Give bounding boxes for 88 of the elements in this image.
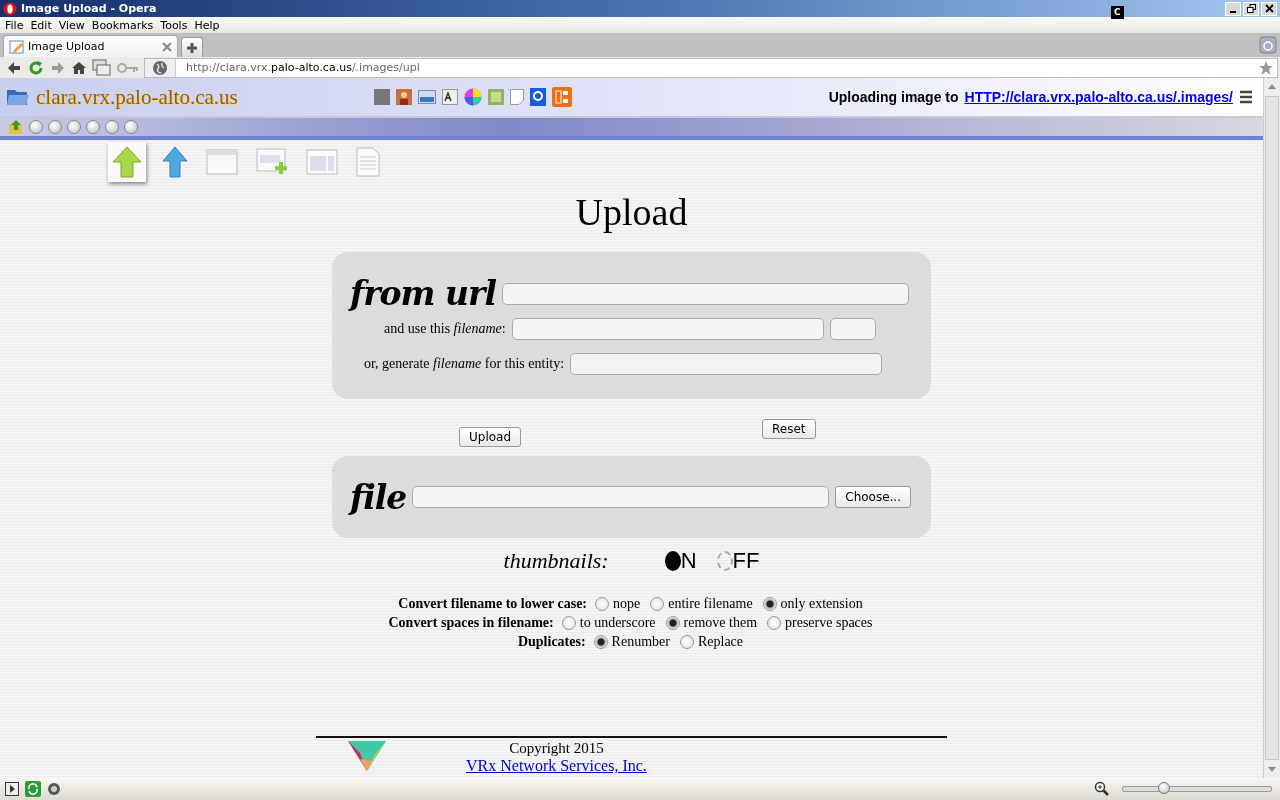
menu-item[interactable]: View — [58, 18, 85, 32]
badge: C — [1111, 6, 1124, 19]
scroll-up-icon[interactable] — [1267, 82, 1277, 90]
radio-button[interactable] — [561, 615, 576, 630]
browser-tab[interactable]: Image Upload — [3, 35, 178, 57]
choose-button[interactable]: Choose... — [835, 486, 911, 508]
upload-tab[interactable] — [160, 144, 190, 180]
field-label: and use this filename: — [384, 321, 506, 337]
url-field[interactable] — [501, 282, 909, 305]
field-label: or, generate filename for this entity: — [364, 356, 565, 372]
key-icon[interactable] — [117, 61, 139, 74]
circle-button[interactable] — [86, 120, 100, 134]
globe-icon[interactable] — [145, 58, 176, 77]
option-group-label: Duplicates: — [517, 633, 586, 650]
upload-tab[interactable] — [108, 142, 146, 182]
home-icon[interactable] — [71, 59, 87, 76]
circle-button[interactable] — [124, 120, 138, 134]
menu-item[interactable]: Help — [194, 18, 220, 32]
toggle-dot-icon[interactable] — [716, 551, 733, 571]
filename-field[interactable] — [511, 318, 824, 340]
circle-button[interactable] — [48, 120, 62, 134]
section-title: from url — [350, 274, 496, 313]
status-label: Uploading image to — [828, 89, 959, 105]
sync-icon[interactable] — [25, 781, 41, 797]
page-heading: Upload — [575, 190, 688, 234]
radio-button[interactable] — [762, 596, 777, 611]
plus-icon[interactable] — [186, 41, 198, 54]
toggle-option[interactable]: N — [664, 548, 697, 574]
minimize-button[interactable] — [1225, 1, 1241, 16]
image-icon[interactable] — [417, 90, 436, 104]
option-group-label: Convert filename to lower case: — [398, 595, 588, 612]
panel-toggle-icon[interactable] — [5, 782, 19, 796]
extension-field[interactable] — [829, 318, 876, 340]
menu-item[interactable]: Bookmarks — [91, 18, 154, 32]
opera-logo-icon — [3, 1, 17, 16]
circle-button[interactable] — [29, 120, 43, 134]
windows-icon[interactable] — [92, 58, 112, 77]
radio-label[interactable]: to underscore — [579, 614, 656, 631]
radio-label[interactable]: only extension — [780, 595, 863, 612]
menu-icon[interactable] — [1239, 90, 1253, 104]
file-field[interactable] — [412, 486, 830, 508]
menu-item[interactable]: Edit — [30, 18, 52, 32]
folder-up-icon[interactable] — [8, 119, 24, 135]
reset-button[interactable]: Reset — [762, 419, 816, 439]
circle-button[interactable] — [67, 120, 81, 134]
triangle-logo-icon — [348, 741, 386, 771]
radio-label[interactable]: nope — [613, 595, 641, 612]
address-field[interactable]: http://clara.vrx.palo-alto.ca.us/.images/upl — [144, 57, 1278, 78]
circle-button[interactable] — [105, 120, 119, 134]
radio-label[interactable]: Renumber — [611, 633, 670, 650]
toggle-dot-icon[interactable] — [664, 551, 681, 571]
radio-button[interactable] — [593, 634, 608, 649]
radio-button[interactable] — [679, 634, 694, 649]
option-group-label: Convert spaces in filename: — [388, 614, 554, 631]
reload-icon[interactable] — [27, 58, 45, 77]
radio-label[interactable]: remove them — [683, 614, 758, 631]
radio-button[interactable] — [767, 615, 782, 630]
star-icon[interactable] — [1258, 59, 1274, 76]
page-icon — [9, 38, 25, 55]
site-name[interactable]: clara.vrx.palo-alto.ca.us — [36, 84, 238, 110]
new-tab-button[interactable] — [181, 37, 203, 57]
radio-label[interactable]: preserve spaces — [785, 614, 873, 631]
forward-icon[interactable] — [50, 59, 66, 76]
radio-label[interactable]: Replace — [697, 633, 744, 650]
font-icon[interactable] — [441, 89, 458, 105]
radio-button[interactable] — [595, 596, 610, 611]
radio-label[interactable]: entire filename — [668, 595, 753, 612]
folder-icon[interactable] — [6, 87, 30, 107]
section-title: file — [350, 477, 407, 517]
upload-button[interactable]: Upload — [459, 427, 522, 447]
toggle-option[interactable]: FF — [716, 548, 760, 574]
zoom-icon[interactable] — [1094, 781, 1110, 797]
upload-path-link[interactable]: HTTP://clara.vrx.palo-alto.ca.us/.images/ — [964, 89, 1233, 105]
menu-item[interactable]: Tools — [160, 18, 188, 32]
window-title: Image Upload - Opera — [21, 2, 157, 15]
color-wheel-icon[interactable] — [463, 88, 482, 106]
portrait-icon[interactable] — [395, 89, 412, 105]
radio-button[interactable] — [650, 596, 665, 611]
scroll-down-icon[interactable] — [1267, 766, 1277, 774]
sitemap-icon[interactable] — [551, 87, 572, 107]
page-icon[interactable] — [509, 89, 524, 105]
thumbnails-label: thumbnails: — [503, 548, 609, 574]
entity-field[interactable] — [570, 353, 883, 375]
copyright-text: Copyright 2015 — [509, 739, 604, 757]
scrollbar[interactable] — [1263, 78, 1280, 778]
menu-item[interactable]: File — [5, 18, 24, 32]
company-link[interactable]: VRx Network Services, Inc. — [466, 757, 647, 775]
radio-button[interactable] — [665, 615, 680, 630]
